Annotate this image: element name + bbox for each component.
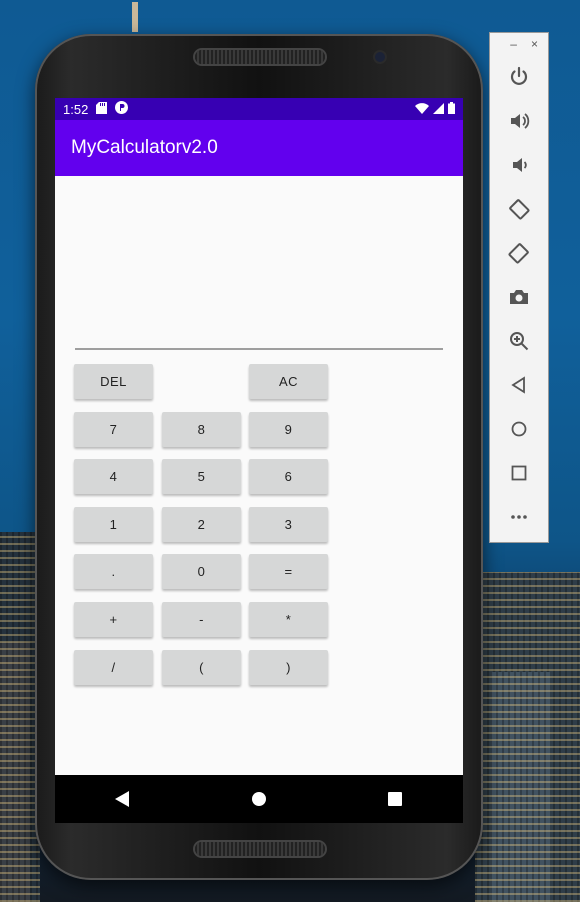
- app-title: MyCalculatorv2.0: [71, 137, 218, 158]
- nav-back-icon[interactable]: [103, 779, 143, 819]
- status-bar: 1:52: [55, 98, 463, 120]
- key-5-button[interactable]: 5: [162, 459, 241, 494]
- power-icon[interactable]: [490, 55, 548, 99]
- panel-window-controls: – ×: [490, 33, 548, 55]
- left-paren-button[interactable]: (: [162, 650, 241, 685]
- key-6-button[interactable]: 6: [249, 459, 328, 494]
- bottom-speaker: [195, 842, 325, 856]
- nav-home-icon[interactable]: [239, 779, 279, 819]
- key-2-button[interactable]: 2: [162, 507, 241, 542]
- del-button[interactable]: DEL: [74, 364, 153, 399]
- key-7-button[interactable]: 7: [74, 412, 153, 447]
- home-icon[interactable]: [490, 407, 548, 451]
- signal-icon: [433, 102, 444, 117]
- equals-button[interactable]: =: [249, 554, 328, 589]
- status-time: 1:52: [63, 101, 89, 117]
- emulator-toolbar: – ×: [489, 32, 549, 543]
- volume-down-icon[interactable]: [490, 143, 548, 187]
- sd-card-icon: [96, 101, 108, 117]
- key-3-button[interactable]: 3: [249, 507, 328, 542]
- app-notification-icon: [115, 101, 129, 117]
- front-camera: [375, 52, 385, 62]
- close-button[interactable]: ×: [531, 37, 538, 51]
- back-icon[interactable]: [490, 363, 548, 407]
- minus-button[interactable]: -: [162, 602, 241, 637]
- rotate-left-icon[interactable]: [490, 187, 548, 231]
- multiply-button[interactable]: *: [249, 602, 328, 637]
- camera-icon[interactable]: [490, 275, 548, 319]
- volume-up-icon[interactable]: [490, 99, 548, 143]
- top-speaker: [195, 50, 325, 64]
- zoom-icon[interactable]: [490, 319, 548, 363]
- navigation-bar: [55, 775, 463, 823]
- key-9-button[interactable]: 9: [249, 412, 328, 447]
- ac-button[interactable]: AC: [249, 364, 328, 399]
- calculator-display: [75, 298, 443, 344]
- wifi-icon: [415, 102, 429, 117]
- key-8-button[interactable]: 8: [162, 412, 241, 447]
- right-paren-button[interactable]: ): [249, 650, 328, 685]
- divide-button[interactable]: /: [74, 650, 153, 685]
- more-icon[interactable]: [490, 495, 548, 539]
- battery-icon: [448, 101, 455, 117]
- key-1-button[interactable]: 1: [74, 507, 153, 542]
- plus-button[interactable]: +: [74, 602, 153, 637]
- nav-overview-icon[interactable]: [375, 779, 415, 819]
- phone-frame: 1:52 MyCalculatorv2.0 DEL AC 7 8 9 4 5 6…: [35, 34, 483, 880]
- app-bar: MyCalculatorv2.0: [55, 120, 463, 176]
- key-0-button[interactable]: 0: [162, 554, 241, 589]
- rotate-right-icon[interactable]: [490, 231, 548, 275]
- overview-icon[interactable]: [490, 451, 548, 495]
- phone-screen: 1:52 MyCalculatorv2.0 DEL AC 7 8 9 4 5 6…: [55, 98, 463, 820]
- key-4-button[interactable]: 4: [74, 459, 153, 494]
- display-underline[interactable]: [75, 348, 443, 350]
- minimize-button[interactable]: –: [510, 37, 517, 51]
- decimal-button[interactable]: .: [74, 554, 153, 589]
